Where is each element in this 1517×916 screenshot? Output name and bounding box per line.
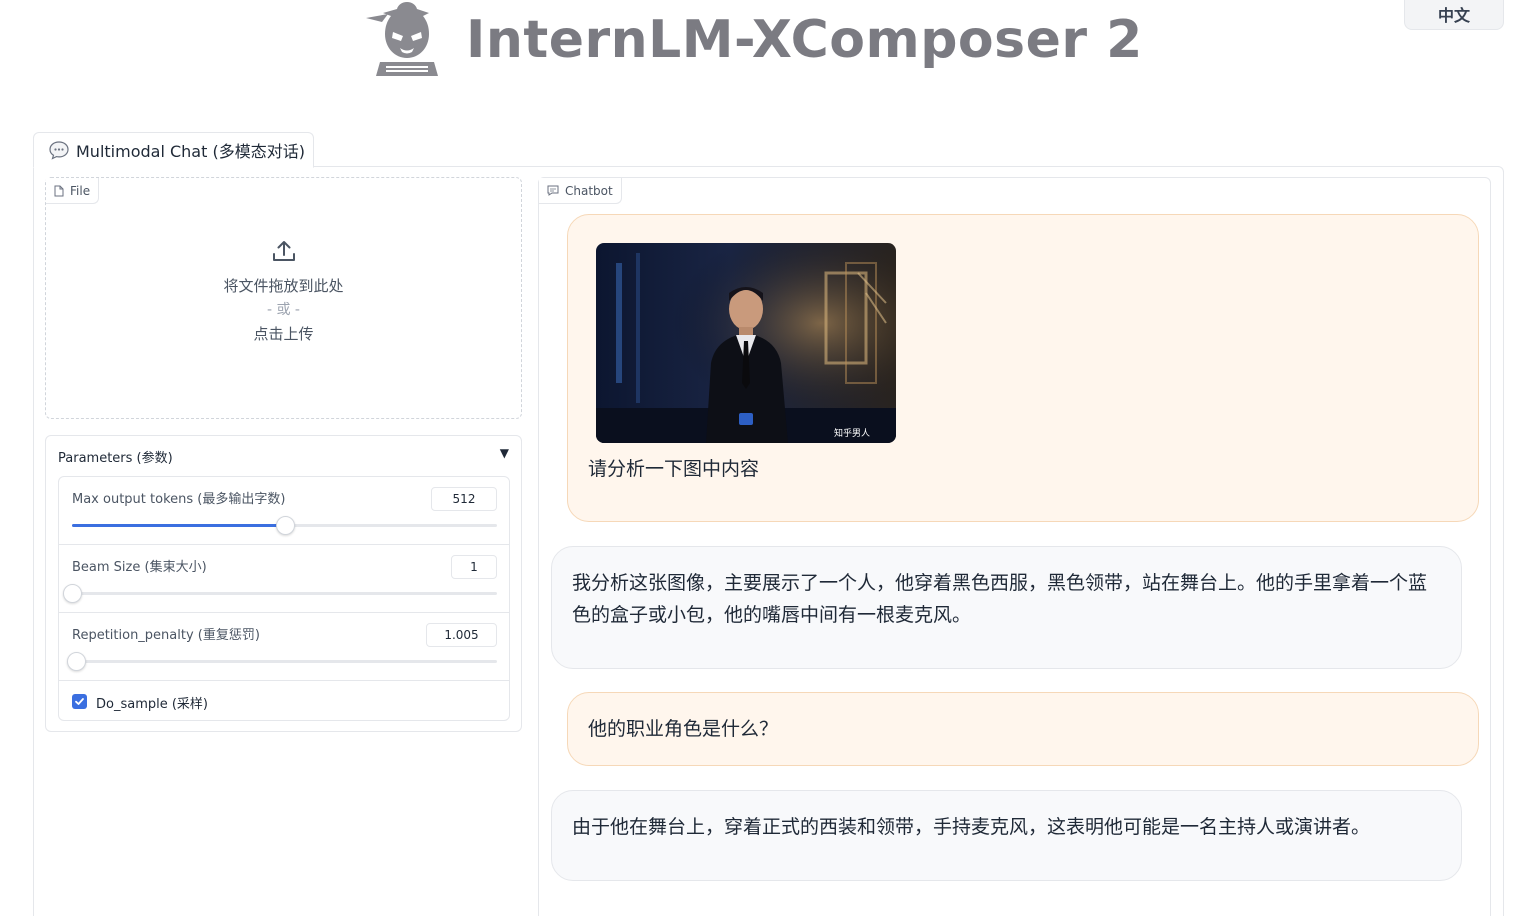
- repetition-penalty-label: Repetition_penalty (重复惩罚): [72, 628, 260, 643]
- tab-multimodal-chat[interactable]: Multimodal Chat (多模态对话): [33, 132, 314, 168]
- bot-message-text: 由于他在舞台上，穿着正式的西装和领带，手持麦克风，这表明他可能是一名主持人或演讲…: [572, 816, 1371, 838]
- file-upload-dropzone[interactable]: File 将文件拖放到此处 - 或 - 点击上传: [45, 177, 522, 419]
- user-message-text: 请分析一下图中内容: [588, 458, 760, 480]
- speech-bubble-icon: [49, 141, 69, 160]
- language-toggle-button[interactable]: 中文: [1404, 0, 1504, 30]
- beam-size-slider-row: Beam Size (集束大小) 1: [59, 545, 509, 613]
- upload-zone[interactable]: 将文件拖放到此处 - 或 - 点击上传: [46, 238, 521, 346]
- repetition-penalty-thumb[interactable]: [67, 652, 87, 671]
- bot-message: 我分析这张图像，主要展示了一个人，他穿着黑色西服，黑色领带，站在舞台上。他的手里…: [551, 546, 1462, 669]
- user-message: 知乎男人 请分析一下图中内容: [567, 214, 1479, 522]
- brand-title: InternLM-XComposer 2: [466, 10, 1143, 70]
- chat-image[interactable]: 知乎男人: [596, 243, 896, 443]
- beam-size-input[interactable]: 1: [451, 555, 497, 579]
- image-watermark: 知乎男人: [834, 427, 870, 439]
- parameters-accordion: Parameters (参数) ▼ Max output tokens (最多输…: [45, 435, 522, 732]
- click-upload-text[interactable]: 点击上传: [46, 322, 521, 346]
- do-sample-label[interactable]: Do_sample (采样): [96, 693, 208, 712]
- bot-message: 由于他在舞台上，穿着正式的西装和领带，手持麦克风，这表明他可能是一名主持人或演讲…: [551, 790, 1462, 881]
- max-tokens-thumb[interactable]: [275, 516, 295, 535]
- repetition-penalty-input[interactable]: 1.005: [426, 623, 497, 647]
- do-sample-checkbox[interactable]: [72, 694, 87, 709]
- do-sample-row: Do_sample (采样): [59, 681, 509, 721]
- tab-label: Multimodal Chat (多模态对话): [76, 142, 305, 161]
- checkmark-icon: [75, 698, 84, 705]
- or-text: - 或 -: [266, 302, 300, 318]
- stage-host-image: 知乎男人: [596, 243, 896, 443]
- beam-size-label: Beam Size (集束大小): [72, 560, 207, 575]
- max-tokens-track[interactable]: [72, 516, 497, 535]
- beam-size-track[interactable]: [63, 584, 497, 603]
- max-tokens-input[interactable]: 512: [431, 487, 497, 511]
- chat-icon: [547, 185, 559, 196]
- parameters-title[interactable]: Parameters (参数): [58, 447, 173, 466]
- max-tokens-label: Max output tokens (最多输出字数): [72, 492, 286, 507]
- chatbot-panel: Chatbot 知乎男人 请分析一下图中内容 我分析这张图像，主要展示了一个人，…: [538, 177, 1491, 916]
- upload-icon: [272, 241, 295, 261]
- app-root: 中文 InternLM-XComposer 2 Multimodal Chat …: [0, 0, 1517, 916]
- beam-size-thumb[interactable]: [63, 584, 82, 603]
- internlm-logo-icon: [366, 2, 438, 76]
- drop-text: 将文件拖放到此处: [223, 277, 344, 295]
- chatbot-label-text: Chatbot: [565, 183, 613, 198]
- repetition-penalty-slider-row: Repetition_penalty (重复惩罚) 1.005: [59, 613, 509, 681]
- max-tokens-fill: [72, 524, 285, 527]
- repetition-penalty-track[interactable]: [67, 652, 497, 671]
- max-tokens-slider-row: Max output tokens (最多输出字数) 512: [59, 477, 509, 545]
- file-label-text: File: [70, 183, 91, 198]
- chatbot-label: Chatbot: [539, 178, 622, 204]
- user-message-text: 他的职业角色是什么？: [588, 718, 779, 740]
- collapse-caret-icon[interactable]: ▼: [500, 446, 509, 460]
- parameters-form: Max output tokens (最多输出字数) 512 Beam Size…: [58, 476, 510, 721]
- file-block-label: File: [46, 178, 100, 204]
- file-icon: [54, 185, 64, 196]
- user-message: 他的职业角色是什么？: [567, 692, 1479, 766]
- bot-message-text: 我分析这张图像，主要展示了一个人，他穿着黑色西服，黑色领带，站在舞台上。他的手里…: [572, 572, 1428, 626]
